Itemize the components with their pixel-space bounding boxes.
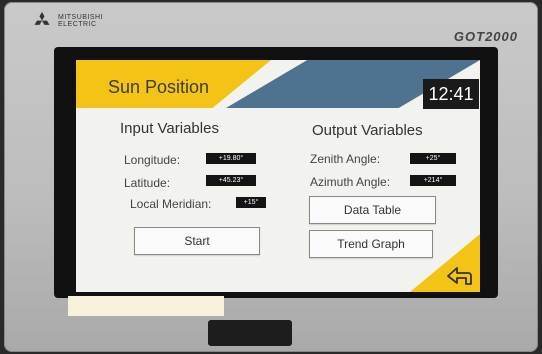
azimuth-angle-label: Azimuth Angle: bbox=[310, 175, 391, 189]
local-meridian-label: Local Meridian: bbox=[130, 197, 212, 211]
model-name: GOT2000 bbox=[453, 29, 518, 44]
latitude-value[interactable]: +45.23° bbox=[206, 175, 256, 186]
longitude-label: Longitude: bbox=[124, 153, 181, 167]
longitude-value[interactable]: +19.80° bbox=[206, 153, 256, 164]
back-arrow-icon[interactable] bbox=[444, 264, 474, 288]
local-meridian-value[interactable]: +15° bbox=[236, 197, 266, 208]
input-variables-heading: Input Variables bbox=[120, 120, 219, 137]
trend-graph-button[interactable]: Trend Graph bbox=[309, 230, 433, 258]
latitude-label: Latitude: bbox=[124, 176, 171, 190]
output-variables-heading: Output Variables bbox=[312, 122, 423, 139]
mitsubishi-logo-icon bbox=[34, 12, 50, 25]
warning-sticker bbox=[68, 296, 224, 316]
clock-display: 12:41 bbox=[423, 79, 479, 109]
bottom-slot bbox=[208, 320, 292, 346]
page-title: Sun Position bbox=[108, 77, 210, 97]
zenith-angle-label: Zenith Angle: bbox=[310, 152, 381, 166]
brand-name: MITSUBISHI ELECTRIC bbox=[58, 14, 104, 28]
start-button[interactable]: Start bbox=[134, 227, 260, 255]
zenith-angle-value: +25° bbox=[410, 153, 456, 164]
brand: MITSUBISHI ELECTRIC bbox=[32, 12, 103, 30]
touch-screen: Sun Position 12:41 Input Variables Outpu… bbox=[76, 60, 480, 292]
azimuth-angle-value: +214° bbox=[410, 175, 456, 186]
data-table-button[interactable]: Data Table bbox=[309, 196, 436, 224]
